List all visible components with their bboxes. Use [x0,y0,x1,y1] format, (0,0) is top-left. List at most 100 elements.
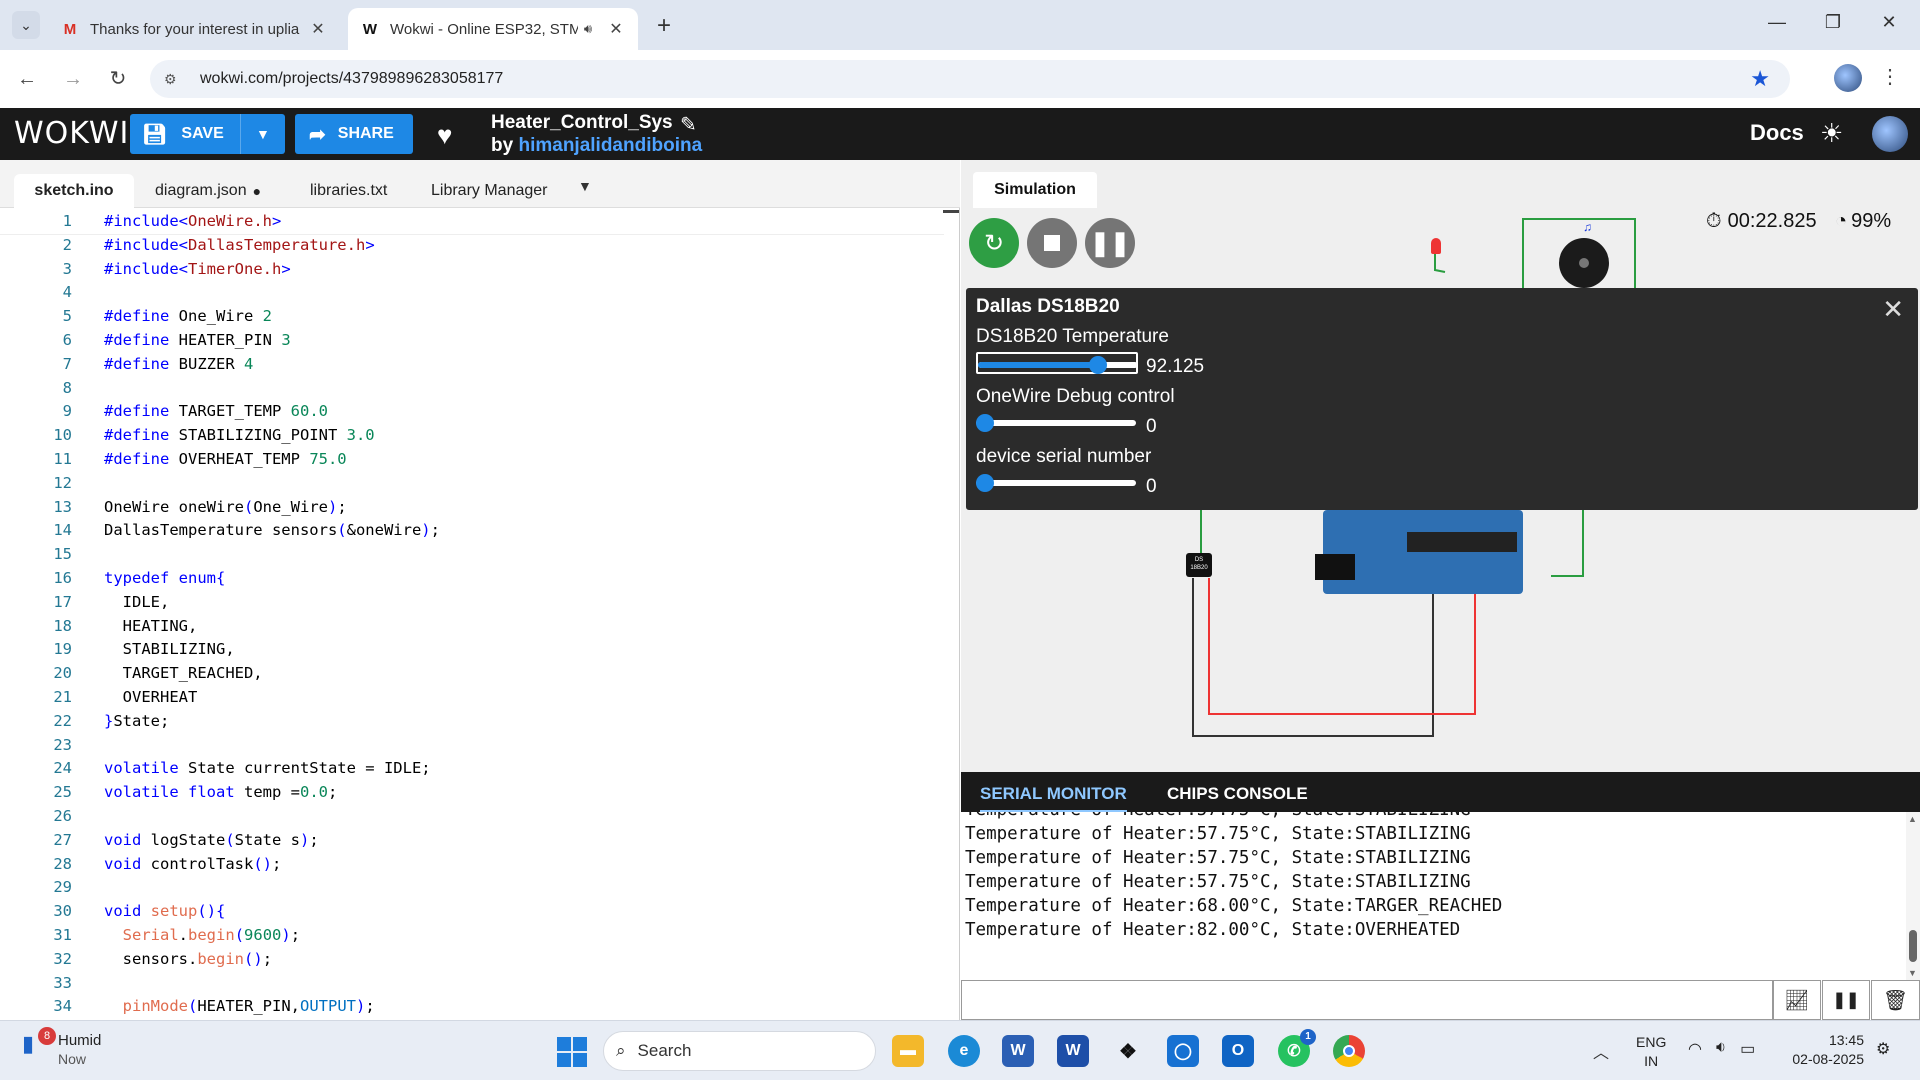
code-line[interactable]: 14 DallasTemperature sensors(&oneWire); [0,519,944,543]
system-clock[interactable]: 13:45 02-08-2025 [1784,1031,1864,1069]
buzzer[interactable] [1559,238,1609,288]
file-explorer-icon[interactable]: ▬ [892,1035,924,1067]
plotter-button[interactable]: 📈︎ [1773,980,1821,1020]
more-menu-icon[interactable]: ⋮ [1880,64,1900,89]
code-line[interactable]: 15 [0,543,944,567]
tab-search-button[interactable]: ⌄ [12,11,40,39]
code-line[interactable]: 21 OVERHEAT [0,686,944,710]
tab-gmail[interactable]: M Thanks for your interest in uplia ✕ [48,8,340,50]
code-line[interactable]: 18 HEATING, [0,615,944,639]
edge-icon[interactable]: e [948,1035,980,1067]
code-line[interactable]: 32 sensors.begin(); [0,948,944,972]
code-line[interactable]: 9 #define TARGET_TEMP 60.0 [0,400,944,424]
code-line[interactable]: 33 [0,972,944,996]
forward-icon[interactable]: → [58,64,88,94]
code-line[interactable]: 29 [0,876,944,900]
address-bar[interactable]: ⚙ wokwi.com/projects/437989896283058177 … [150,60,1790,98]
tab-diagram-json[interactable]: diagram.json ● [155,174,261,208]
serial-output[interactable]: Temperature of Heater:57.75°C, State:STA… [961,812,1905,980]
code-line[interactable]: 30 void setup(){ [0,900,944,924]
code-line[interactable]: 5 #define One_Wire 2 [0,305,944,329]
code-line[interactable]: 19 STABILIZING, [0,638,944,662]
debug-control-slider[interactable] [976,412,1138,434]
code-line[interactable]: 1 #include<OneWire.h> [0,210,944,235]
tab-sketch-ino[interactable]: sketch.ino [14,174,134,208]
whatsapp-icon[interactable]: ✆ 1 [1278,1029,1316,1067]
author-link[interactable]: himanjalidandiboina [518,135,702,156]
site-info-icon[interactable]: ⚙ [164,71,186,88]
save-button[interactable]: 💾︎ SAVE ▼ [130,114,285,154]
code-line[interactable]: 4 [0,281,944,305]
serial-number-slider[interactable] [976,472,1138,494]
input-language[interactable]: ENG IN [1636,1033,1666,1071]
back-icon[interactable]: ← [12,64,42,94]
speaker-icon[interactable]: 🔊︎ [578,21,598,37]
taskbar-search[interactable]: ⌕ Search [603,1031,876,1071]
code-line[interactable]: 11 #define OVERHEAT_TEMP 75.0 [0,448,944,472]
code-line[interactable]: 25 volatile float temp =0.0; [0,781,944,805]
tab-chips-console[interactable]: CHIPS CONSOLE [1167,784,1308,804]
code-line[interactable]: 26 [0,805,944,829]
temperature-slider[interactable] [976,352,1138,374]
code-line[interactable]: 24 volatile State currentState = IDLE; [0,757,944,781]
profile-avatar[interactable] [1834,64,1862,92]
code-line[interactable]: 2 #include<DallasTemperature.h> [0,234,944,258]
new-tab-button[interactable]: + [650,12,678,40]
code-line[interactable]: 23 [0,734,944,758]
like-heart-icon[interactable]: ♥ [437,120,452,151]
tab-library-manager[interactable]: Library Manager [431,174,548,208]
weather-widget[interactable]: ▮ 8 Humid Now [22,1027,101,1069]
slider-thumb[interactable] [976,474,994,492]
minimize-icon[interactable]: — [1762,12,1792,33]
stop-simulation-button[interactable] [1027,218,1077,268]
chrome-icon[interactable] [1333,1035,1365,1067]
code-line[interactable]: 22}State; [0,710,944,734]
code-line[interactable]: 3 #include<TimerOne.h> [0,258,944,282]
code-line[interactable]: 20 TARGET_REACHED, [0,662,944,686]
serial-scrollbar[interactable]: ▲ ▼ [1906,812,1920,980]
reload-icon[interactable]: ↻ [103,64,133,94]
app-icon[interactable]: ◯ [1167,1035,1199,1067]
window-close-icon[interactable]: ✕ [1874,12,1904,33]
ds18b20-sensor[interactable]: DS 18B20 [1186,553,1212,577]
outlook-icon[interactable]: O [1222,1035,1254,1067]
code-line[interactable]: 17 IDLE, [0,591,944,615]
code-line[interactable]: 7 #define BUZZER 4 [0,353,944,377]
scroll-thumb[interactable] [1909,930,1917,962]
code-line[interactable]: 6 #define HEATER_PIN 3 [0,329,944,353]
wokwi-logo[interactable]: WOKWI [14,116,129,151]
system-tray[interactable]: ◠ 🔉︎ ▭ [1688,1039,1755,1059]
start-button[interactable] [557,1037,587,1067]
save-dropdown-icon[interactable]: ▼ [241,126,285,142]
slider-thumb[interactable] [1089,356,1107,374]
close-icon[interactable]: ✕ [308,19,328,39]
code-line[interactable]: 13 OneWire oneWire(One_Wire); [0,496,944,520]
arduino-uno-board[interactable] [1315,510,1523,594]
code-line[interactable]: 34 pinMode(HEATER_PIN,OUTPUT); [0,995,944,1019]
word-icon[interactable]: W [1002,1035,1034,1067]
editor-scrollbar[interactable] [943,210,959,213]
scroll-down-icon[interactable]: ▼ [1908,968,1917,978]
tab-wokwi[interactable]: W Wokwi - Online ESP32, STM 🔊︎ ✕ [348,8,638,50]
close-icon[interactable]: ✕ [1882,294,1904,325]
word-icon[interactable]: W [1057,1035,1089,1067]
slider-thumb[interactable] [976,414,994,432]
tab-libraries-txt[interactable]: libraries.txt [310,174,387,208]
scroll-up-icon[interactable]: ▲ [1908,814,1917,824]
code-line[interactable]: 12 [0,472,944,496]
restart-simulation-button[interactable]: ↻ [969,218,1019,268]
code-line[interactable]: 8 [0,377,944,401]
tab-serial-monitor[interactable]: SERIAL MONITOR [980,784,1127,812]
code-line[interactable]: 31 Serial.begin(9600); [0,924,944,948]
docs-link[interactable]: Docs [1750,120,1804,146]
code-line[interactable]: 28 void controlTask(); [0,853,944,877]
close-icon[interactable]: ✕ [606,19,626,39]
code-line[interactable]: 27 void logState(State s); [0,829,944,853]
restore-icon[interactable]: ❐ [1818,12,1848,33]
pause-output-button[interactable]: ❚❚ [1822,980,1870,1020]
pause-simulation-button[interactable]: ❚❚ [1085,218,1135,268]
edit-pencil-icon[interactable]: ✎ [680,112,697,137]
show-hidden-icons-icon[interactable]: ︿ [1593,1039,1609,1063]
code-line[interactable]: 16 typedef enum{ [0,567,944,591]
dropbox-icon[interactable]: ❖ [1112,1035,1144,1067]
